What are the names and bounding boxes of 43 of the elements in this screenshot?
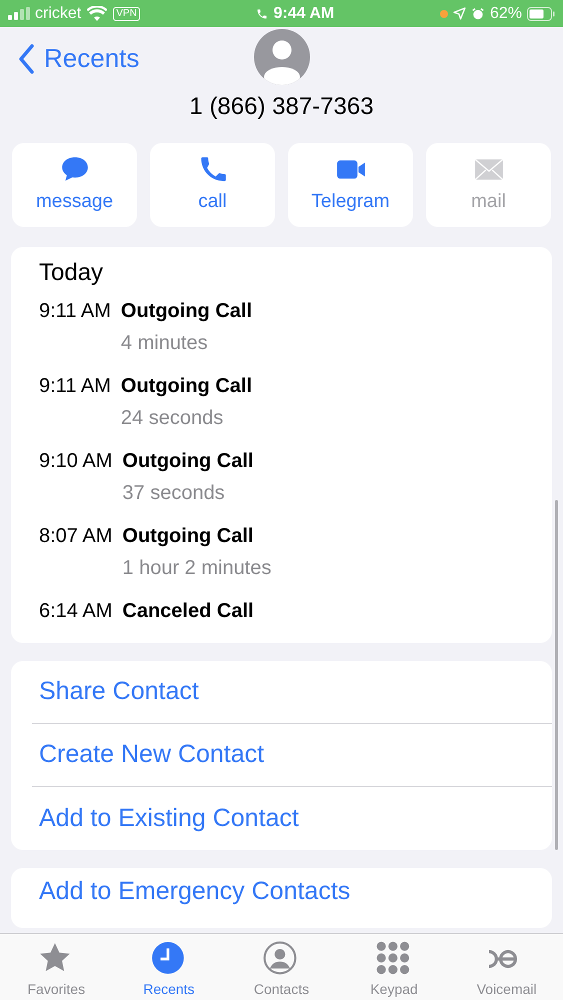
alarm-icon — [470, 6, 485, 20]
status-time: 9:44 AM — [274, 4, 334, 24]
location-icon — [452, 7, 466, 20]
call-time: 6:14 AM — [39, 599, 112, 624]
call-type: Canceled Call — [122, 599, 254, 624]
signal-icon — [8, 7, 30, 20]
option-link[interactable]: Add to Existing Contact — [32, 787, 552, 850]
chevron-left-icon — [18, 44, 34, 74]
wifi-icon — [87, 6, 108, 21]
phone-icon — [256, 8, 268, 20]
video-button[interactable]: Telegram — [288, 143, 413, 227]
section-heading: Today — [39, 258, 104, 288]
option-link[interactable]: Share Contact — [32, 661, 552, 724]
call-button[interactable]: call — [150, 143, 275, 227]
phone-number: 1 (866) 387-7363 — [188, 92, 375, 122]
tab[interactable]: Contacts — [225, 934, 338, 1000]
call-type: Outgoing Call — [122, 449, 254, 474]
vpn-badge: VPN — [113, 6, 140, 20]
clock-icon — [150, 941, 187, 977]
call-type: Outgoing Call — [122, 524, 254, 549]
call-time: 8:07 AM — [39, 524, 112, 549]
call-time: 9:11 AM — [39, 374, 111, 399]
option-link[interactable]: Create New Contact — [32, 724, 552, 787]
carrier-name: cricket — [35, 4, 82, 24]
back-button[interactable]: Recents — [18, 39, 140, 78]
call-duration: 1 hour 2 minutes — [122, 556, 272, 581]
option-link[interactable]: Add to Emergency Contacts — [32, 870, 552, 914]
call-duration: 37 seconds — [122, 481, 226, 506]
avatar-icon — [254, 29, 310, 85]
tab[interactable]: Recents — [112, 934, 226, 1000]
battery-percent: 62% — [490, 4, 522, 24]
call-duration: 24 seconds — [120, 406, 224, 431]
message-button[interactable]: message — [12, 143, 137, 227]
call-type: Outgoing Call — [120, 299, 252, 324]
call-duration: 4 minutes — [120, 331, 209, 356]
battery-icon — [527, 6, 555, 20]
call-time: 9:10 AM — [39, 449, 112, 474]
tab[interactable]: Keypad — [338, 934, 450, 1000]
person-circle-icon — [263, 941, 300, 977]
call-time: 9:11 AM — [39, 299, 111, 324]
tab[interactable]: Voicemail — [450, 934, 563, 1000]
call-type: Outgoing Call — [120, 374, 252, 399]
tab[interactable]: Favorites — [0, 934, 113, 1000]
